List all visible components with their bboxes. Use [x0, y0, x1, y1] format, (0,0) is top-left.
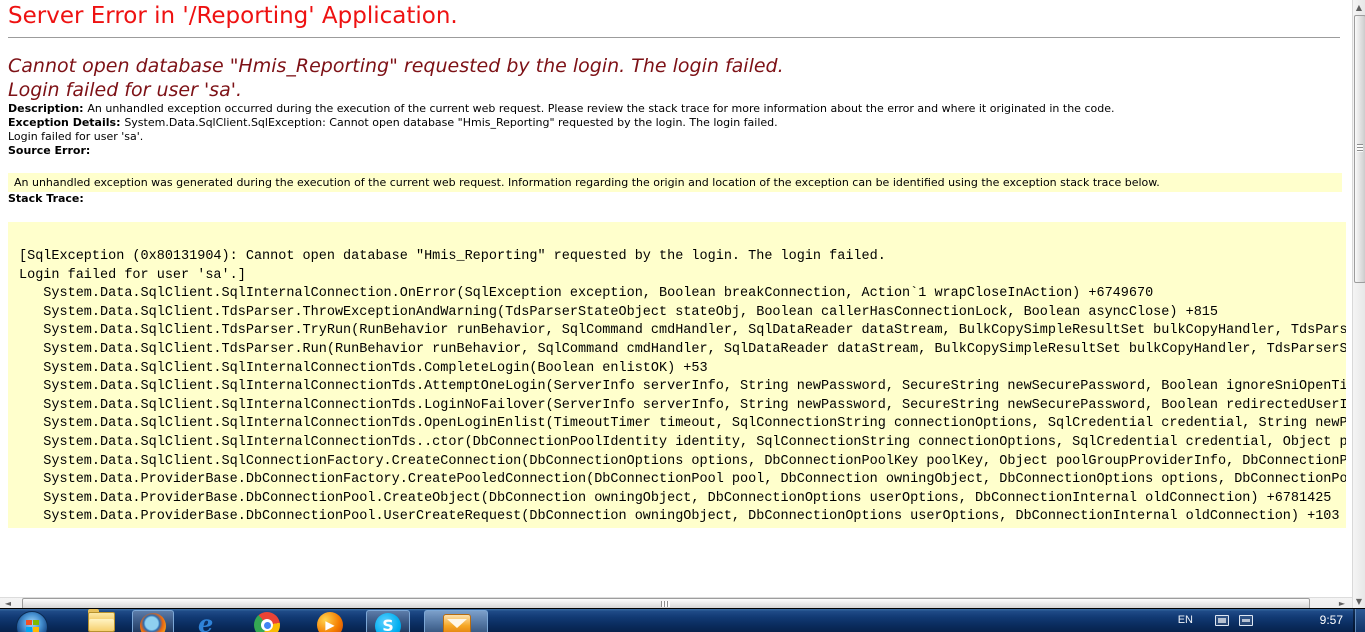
play-icon: ▶	[325, 618, 334, 632]
description-text: An unhandled exception occurred during t…	[87, 102, 1114, 115]
stack-trace-row: Stack Trace:	[8, 192, 1352, 206]
exception-details-line1: System.Data.SqlClient.SqlException: Cann…	[124, 116, 777, 129]
description-label: Description:	[8, 102, 87, 115]
error-subtitle-line1: Cannot open database "Hmis_Reporting" re…	[8, 55, 784, 77]
scroll-down-arrow-icon[interactable]: ▼	[1353, 594, 1365, 609]
internet-explorer-button[interactable]: e	[198, 612, 213, 632]
taskbar: e ▶ S EN 9:57	[0, 608, 1365, 632]
internet-explorer-icon: e	[198, 609, 213, 632]
start-button[interactable]	[16, 611, 48, 632]
desktop: { "error": { "title": "Server Error in '…	[0, 0, 1365, 632]
mail-icon	[443, 614, 471, 632]
language-indicator[interactable]: EN	[1178, 614, 1193, 626]
taskbar-clock[interactable]: 9:57	[1320, 613, 1343, 627]
error-subtitle-line2: Login failed for user 'sa'.	[8, 79, 242, 101]
windows-explorer-button[interactable]	[88, 612, 115, 632]
tray-network-icon[interactable]	[1215, 615, 1229, 626]
stack-trace-label: Stack Trace:	[8, 192, 84, 205]
scroll-up-arrow-icon[interactable]: ▲	[1353, 0, 1365, 15]
firefox-button[interactable]	[132, 610, 174, 632]
media-player-button[interactable]: ▶	[317, 612, 343, 632]
exception-details-label: Exception Details:	[8, 116, 124, 129]
vertical-scrollbar[interactable]: ▲ ▼	[1352, 0, 1365, 609]
error-subtitle: Cannot open database "Hmis_Reporting" re…	[8, 54, 1352, 102]
source-error-row: Source Error:	[8, 144, 1352, 158]
page-title: Server Error in '/Reporting' Application…	[8, 3, 1352, 29]
source-error-note-text: An unhandled exception was generated dur…	[14, 176, 1160, 189]
exception-details-line2: Login failed for user 'sa'.	[8, 130, 143, 143]
source-error-note-box: An unhandled exception was generated dur…	[8, 173, 1342, 192]
vertical-scrollbar-thumb[interactable]	[1354, 15, 1365, 283]
tray-keyboard-icon[interactable]	[1239, 615, 1253, 626]
stack-trace-text: [SqlException (0x80131904): Cannot open …	[8, 222, 1346, 528]
mail-button[interactable]	[424, 610, 488, 632]
scrollbar-grip-icon	[1357, 144, 1363, 152]
firefox-icon	[140, 613, 166, 632]
exception-details-row: Exception Details: System.Data.SqlClient…	[8, 116, 1352, 144]
skype-icon: S	[375, 613, 401, 632]
title-divider	[8, 37, 1340, 38]
scrollbar-grip-icon	[661, 601, 670, 607]
description-row: Description: An unhandled exception occu…	[8, 102, 1352, 116]
chrome-button[interactable]	[254, 612, 280, 632]
windows-logo-icon	[26, 620, 39, 632]
error-page: Server Error in '/Reporting' Application…	[0, 0, 1352, 597]
show-desktop-button[interactable]	[1355, 609, 1365, 632]
source-error-label: Source Error:	[8, 144, 90, 157]
skype-button[interactable]: S	[366, 610, 410, 632]
